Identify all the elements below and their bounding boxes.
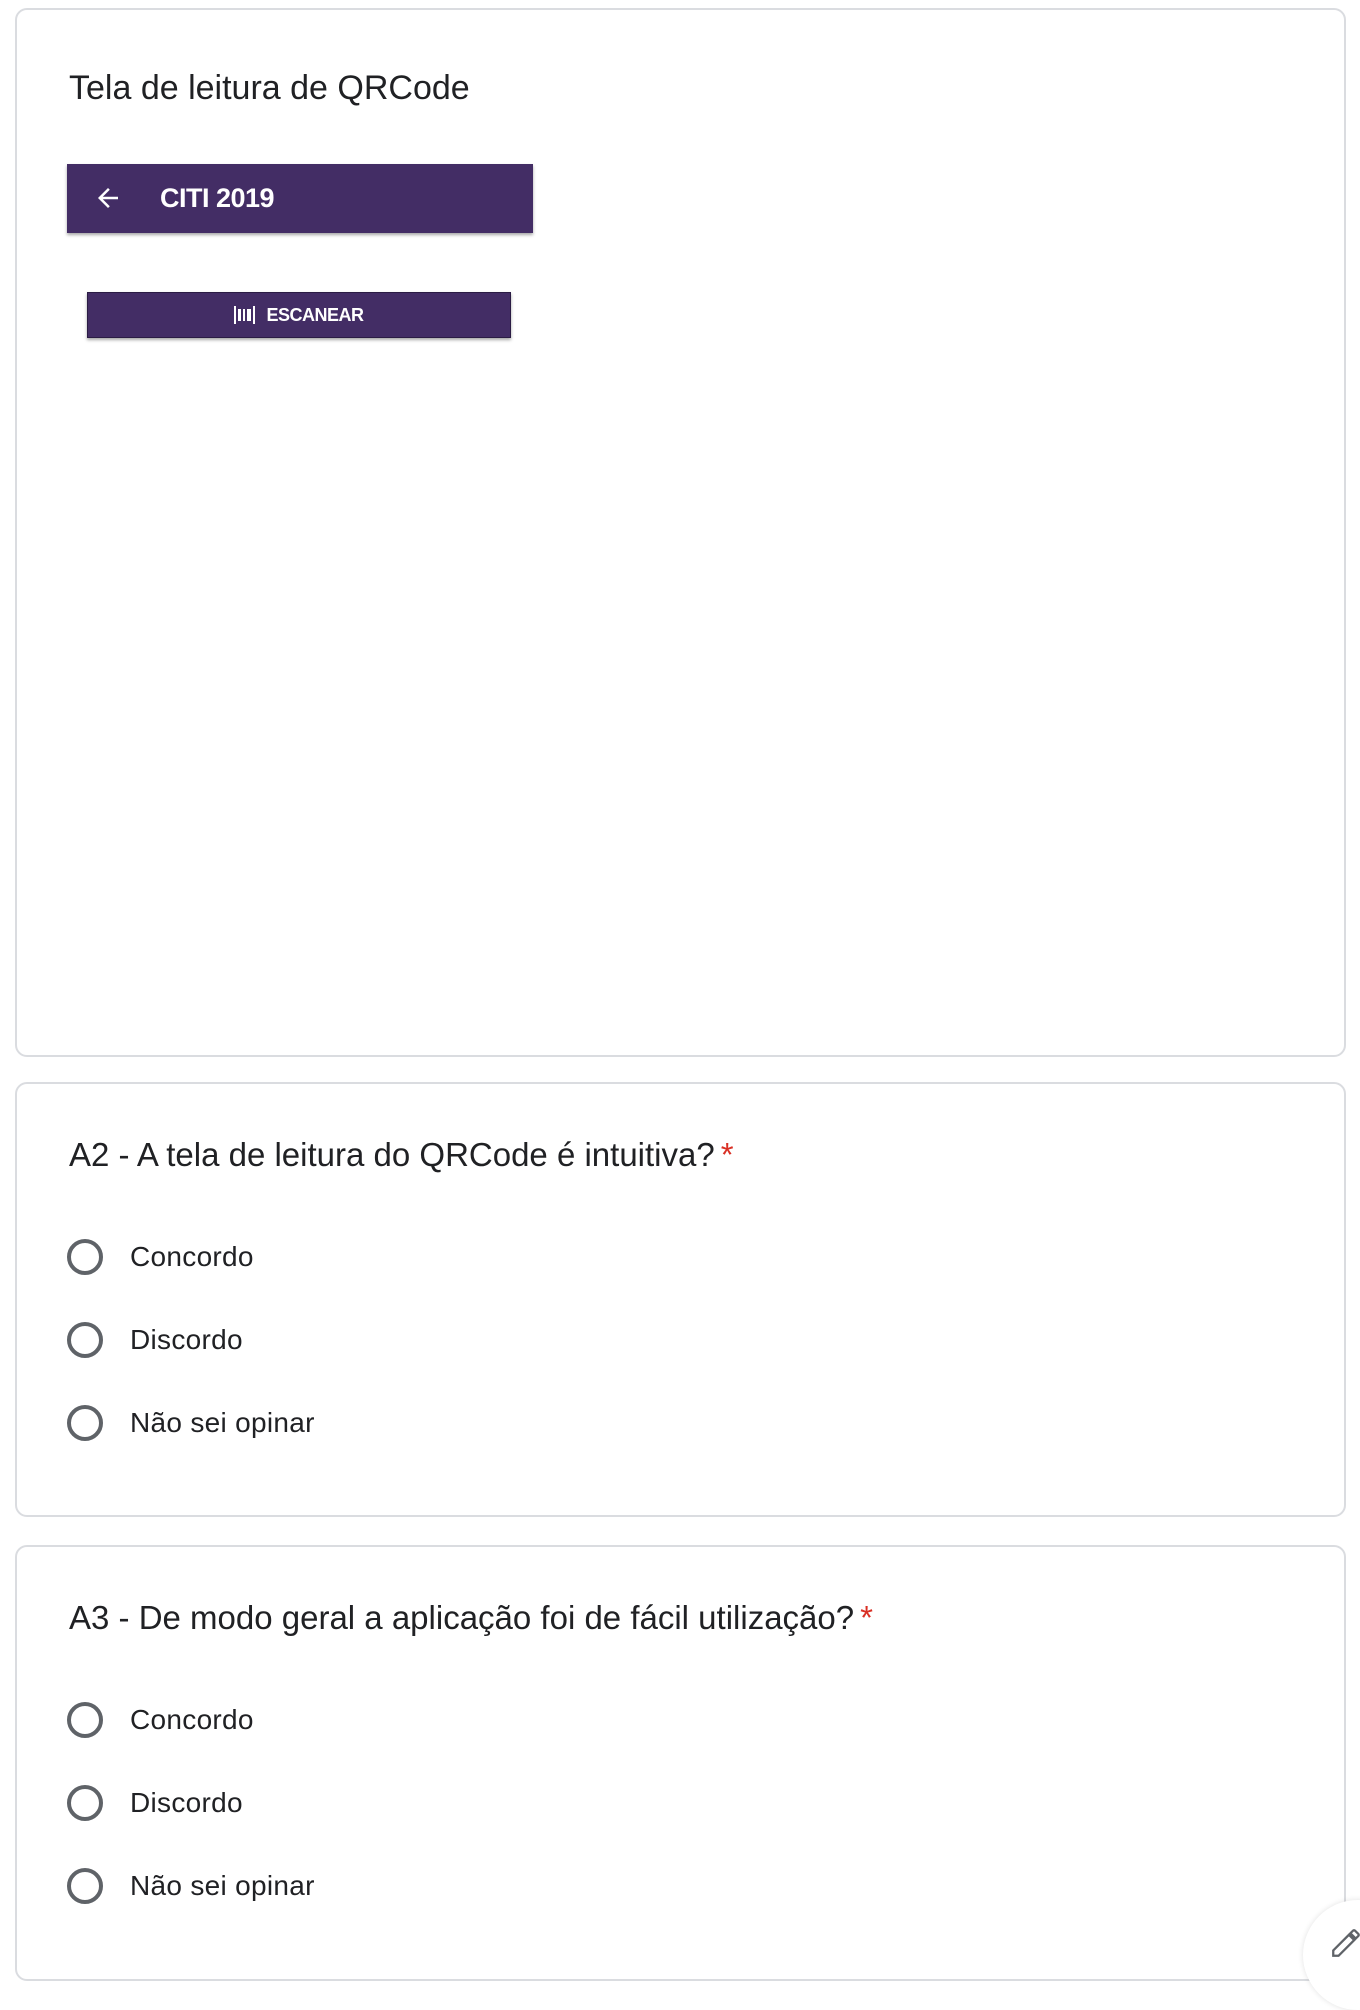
question-card-a2: A2 - A tela de leitura do QRCode é intui…: [15, 1082, 1346, 1517]
option-label: Discordo: [130, 1787, 243, 1818]
required-asterisk: *: [860, 1599, 873, 1636]
radio-button[interactable]: [67, 1405, 103, 1441]
question-title: A2 - A tela de leitura do QRCode é intui…: [69, 1134, 734, 1176]
radio-option-discordo[interactable]: Discordo: [67, 1317, 243, 1363]
radio-option-concordo[interactable]: Concordo: [67, 1697, 254, 1743]
question-card-a3: A3 - De modo geral a aplicação foi de fá…: [15, 1545, 1346, 1981]
option-label: Discordo: [130, 1324, 243, 1355]
question-text: A2 - A tela de leitura do QRCode é intui…: [69, 1136, 715, 1173]
radio-button[interactable]: [67, 1702, 103, 1738]
app-bar-title: CITI 2019: [160, 183, 275, 213]
option-label: Não sei opinar: [130, 1407, 315, 1438]
scan-button: ESCANEAR: [87, 292, 511, 338]
option-label: Concordo: [130, 1704, 254, 1735]
required-asterisk: *: [720, 1136, 734, 1173]
radio-button[interactable]: [67, 1785, 103, 1821]
app-screenshot-toolbar: CITI 2019: [67, 164, 533, 233]
question-title: A3 - De modo geral a aplicação foi de fá…: [69, 1597, 873, 1639]
edit-pencil-icon: [1332, 1929, 1360, 1957]
option-label: Não sei opinar: [130, 1870, 315, 1901]
scan-button-label: ESCANEAR: [266, 304, 364, 325]
radio-button[interactable]: [67, 1239, 103, 1275]
image-card: Tela de leitura de QRCode CITI 2019 ESCA…: [15, 8, 1346, 1057]
section-title: Tela de leitura de QRCode: [69, 69, 470, 107]
radio-button[interactable]: [67, 1322, 103, 1358]
radio-button[interactable]: [67, 1868, 103, 1904]
radio-option-concordo[interactable]: Concordo: [67, 1234, 254, 1280]
radio-option-nao-sei-opinar[interactable]: Não sei opinar: [67, 1400, 315, 1446]
question-text: A3 - De modo geral a aplicação foi de fá…: [69, 1599, 855, 1636]
barcode-scan-icon: [234, 306, 256, 324]
arrow-back-icon: [98, 188, 118, 208]
option-label: Concordo: [130, 1241, 254, 1272]
radio-option-discordo[interactable]: Discordo: [67, 1780, 243, 1826]
radio-option-nao-sei-opinar[interactable]: Não sei opinar: [67, 1863, 315, 1909]
